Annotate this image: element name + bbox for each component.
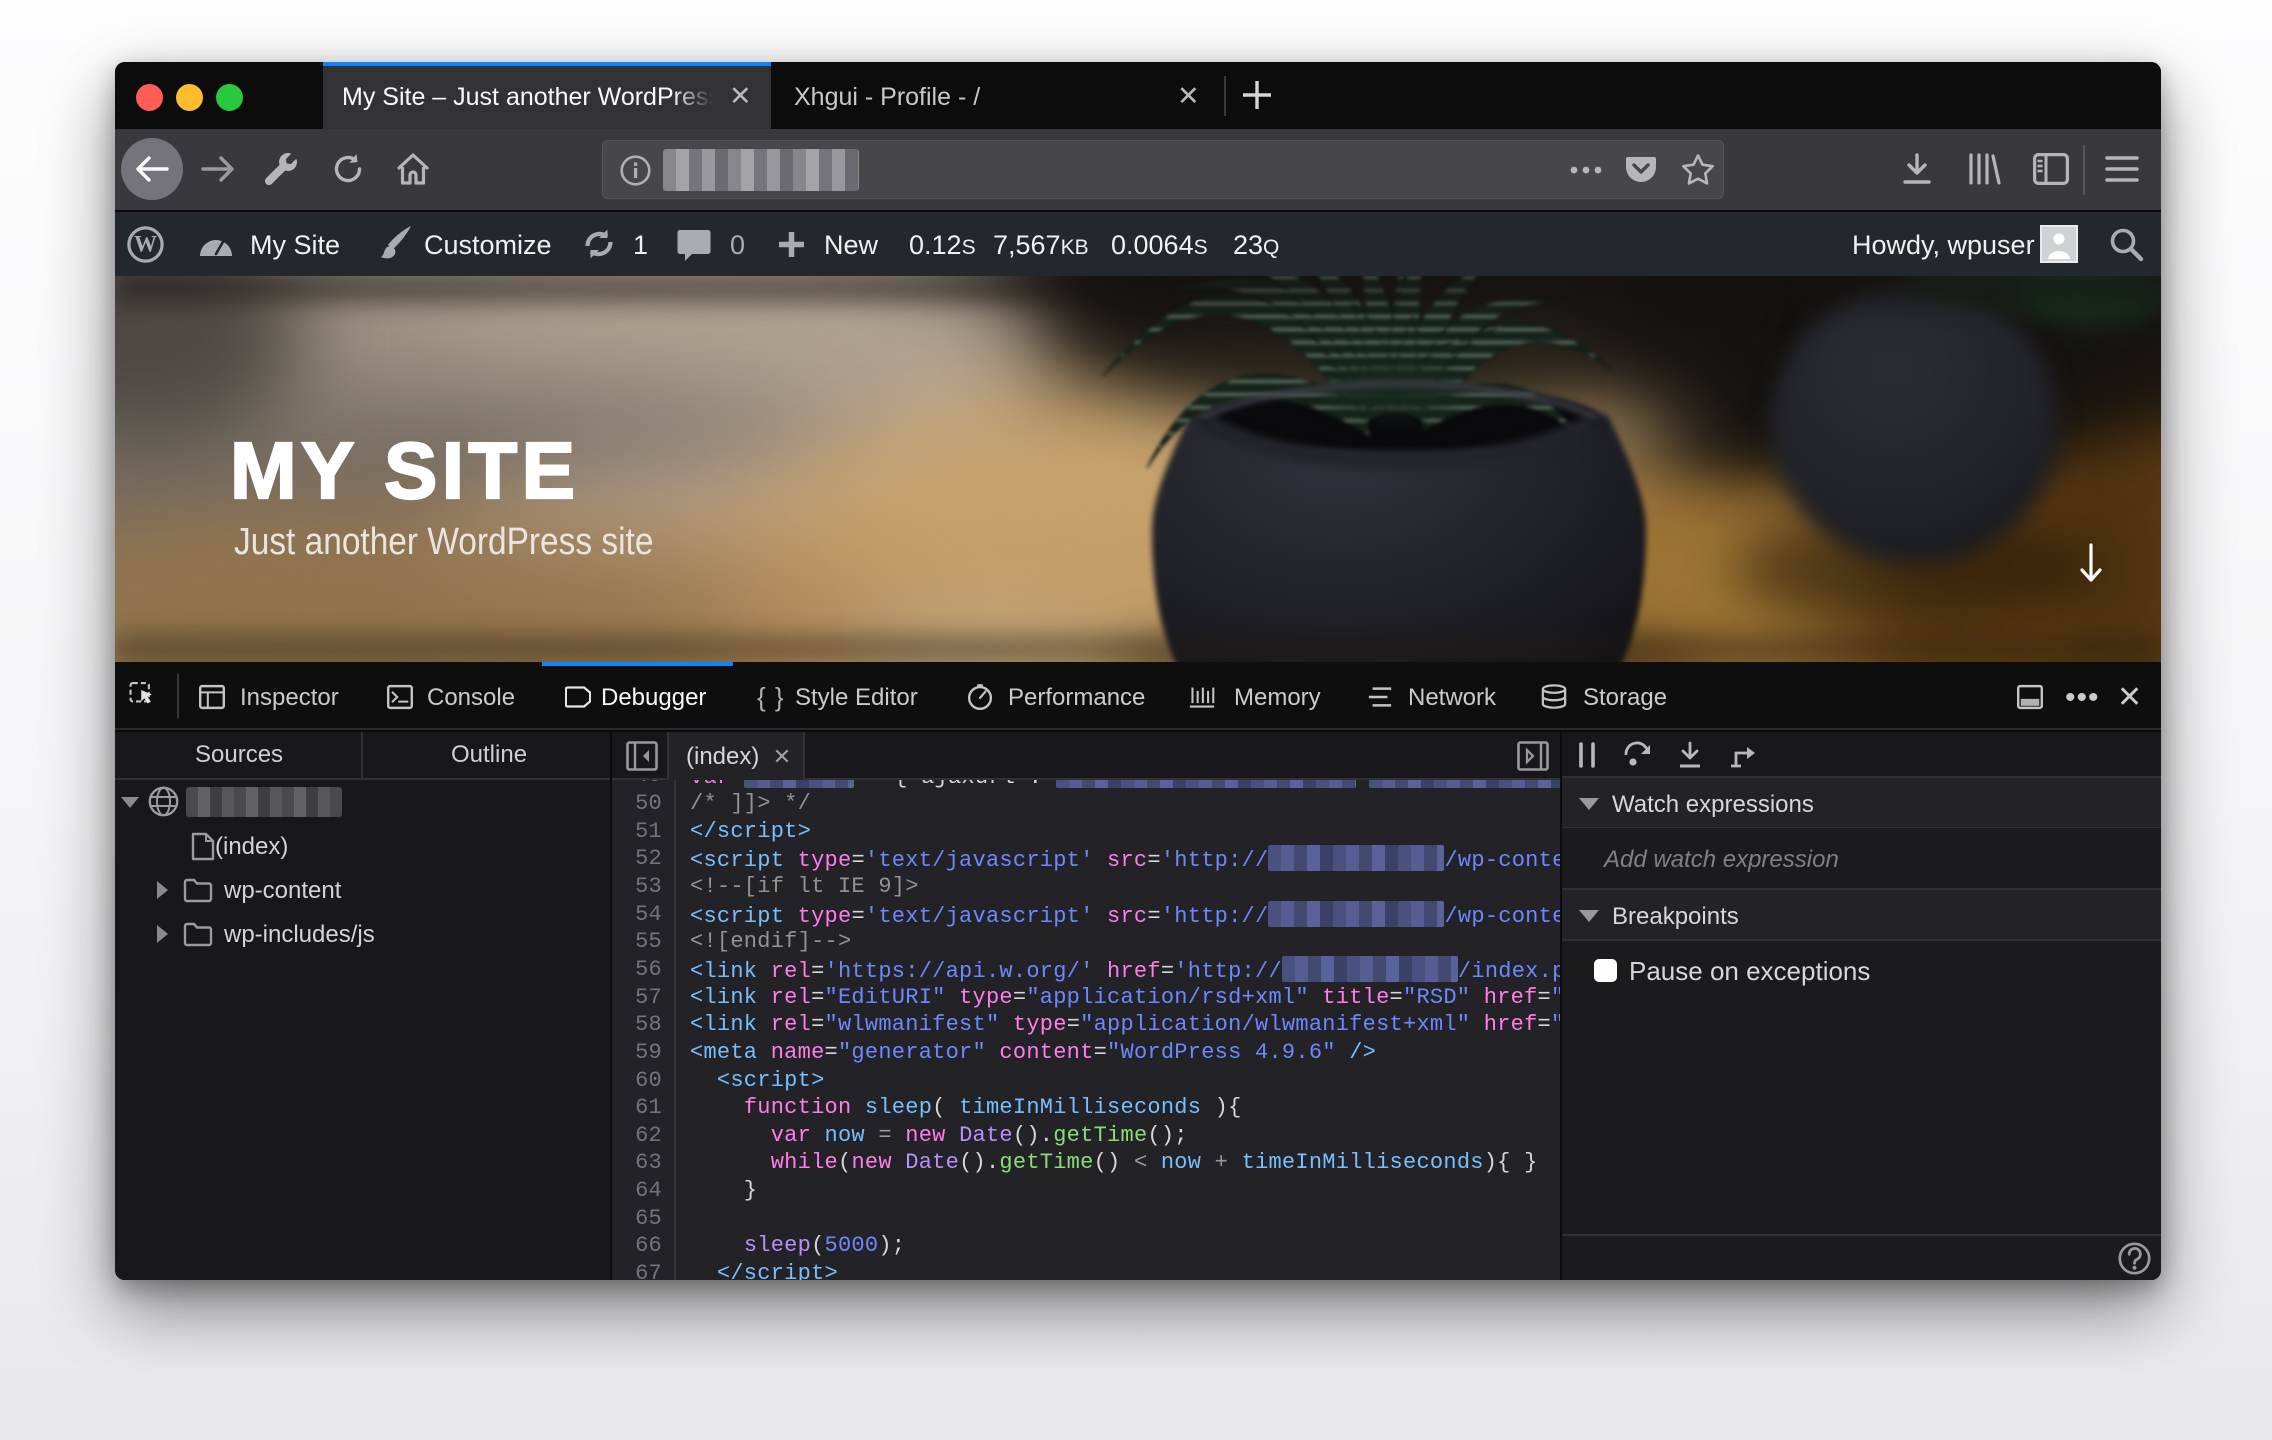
- svg-text:W: W: [134, 232, 157, 257]
